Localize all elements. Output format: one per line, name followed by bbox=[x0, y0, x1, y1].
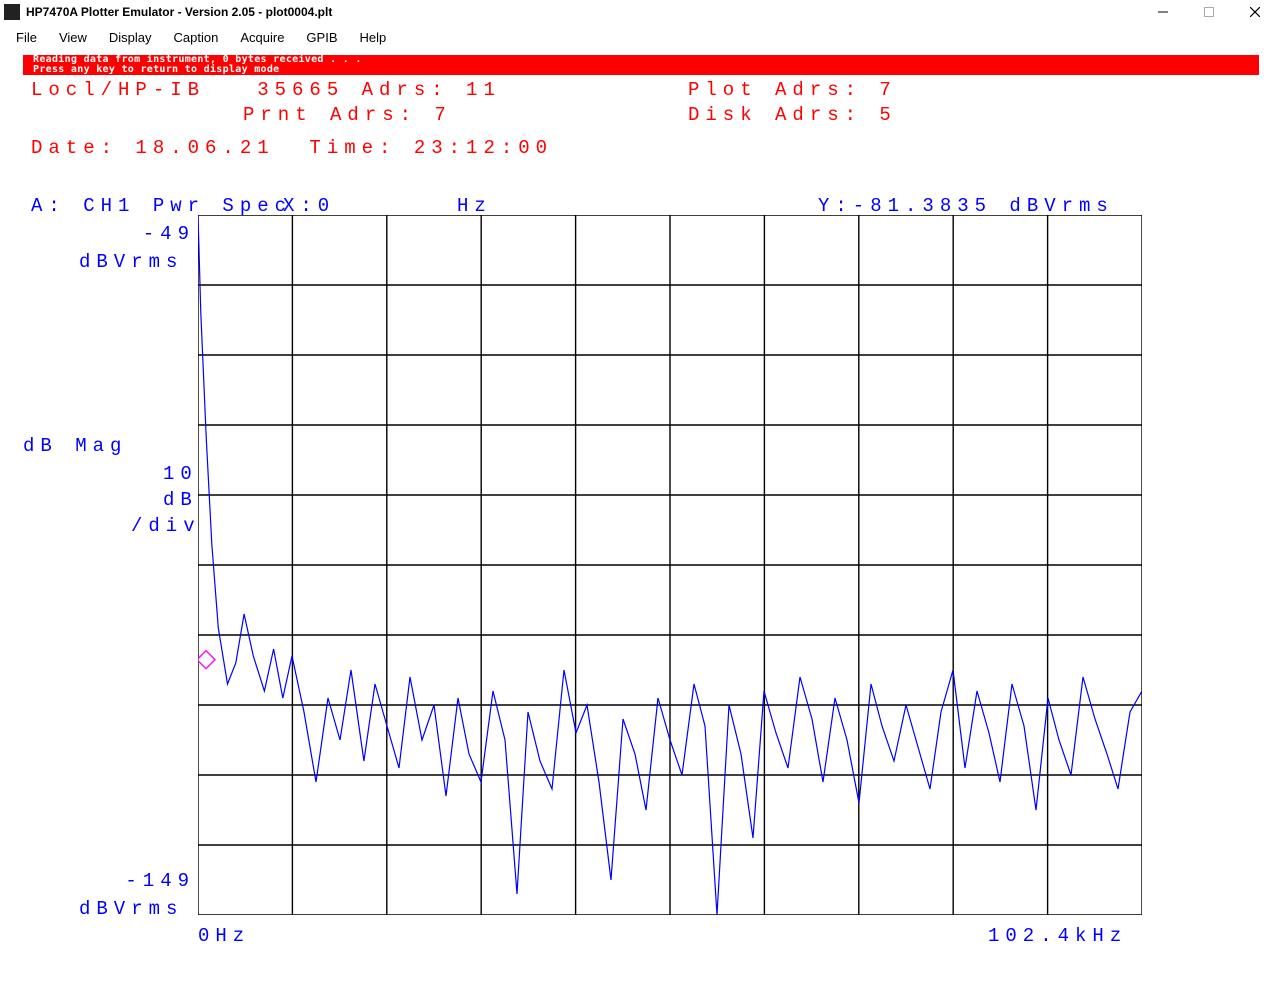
close-button[interactable] bbox=[1232, 0, 1278, 24]
y-scale-unit: dB bbox=[163, 489, 195, 511]
y-scale-per: /div bbox=[131, 515, 201, 537]
window-title: HP7470A Plotter Emulator - Version 2.05 … bbox=[26, 5, 1140, 19]
menu-display[interactable]: Display bbox=[99, 28, 162, 47]
y-bot-unit: dBVrms bbox=[79, 898, 183, 920]
menu-caption[interactable]: Caption bbox=[164, 28, 229, 47]
hdr-prnt-adrs: Prnt Adrs: 7 bbox=[243, 104, 452, 126]
y-top-val: -49 bbox=[135, 223, 195, 245]
x-end: 102.4kHz bbox=[988, 925, 1127, 947]
x-start: 0Hz bbox=[198, 925, 250, 947]
cursor-y: Y:-81.3835 dBVrms bbox=[818, 195, 1114, 217]
menu-help[interactable]: Help bbox=[350, 28, 397, 47]
minimize-button[interactable] bbox=[1140, 0, 1186, 24]
plot-canvas: Reading data from instrument, 0 bytes re… bbox=[23, 55, 1259, 985]
banner-line2: Press any key to return to display mode bbox=[33, 65, 1249, 75]
maximize-button[interactable] bbox=[1186, 0, 1232, 24]
hdr-plot-adrs: Plot Adrs: 7 bbox=[688, 79, 897, 101]
y-scale-val: 10 bbox=[163, 463, 195, 485]
app-icon bbox=[4, 4, 20, 20]
hdr-date-time: Date: 18.06.21 Time: 23:12:00 bbox=[31, 137, 553, 159]
y-mid-label: dB Mag bbox=[23, 435, 127, 457]
trace-label: A: CH1 Pwr Spec bbox=[31, 195, 292, 217]
hdr-locl: Locl/HP-IB 35665 Adrs: 11 bbox=[31, 79, 501, 101]
status-banner: Reading data from instrument, 0 bytes re… bbox=[23, 55, 1259, 75]
menu-view[interactable]: View bbox=[49, 28, 97, 47]
y-bot-val: -149 bbox=[119, 870, 195, 892]
window-titlebar: HP7470A Plotter Emulator - Version 2.05 … bbox=[0, 0, 1282, 24]
hdr-disk-adrs: Disk Adrs: 5 bbox=[688, 104, 897, 126]
menu-gpib[interactable]: GPIB bbox=[296, 28, 347, 47]
menu-file[interactable]: File bbox=[6, 28, 47, 47]
menu-acquire[interactable]: Acquire bbox=[230, 28, 294, 47]
y-top-unit: dBVrms bbox=[79, 251, 183, 273]
menubar: File View Display Caption Acquire GPIB H… bbox=[0, 24, 1282, 50]
chart-svg bbox=[198, 215, 1142, 915]
cursor-x: X:0 Hz bbox=[283, 195, 492, 217]
chart bbox=[198, 215, 1142, 915]
